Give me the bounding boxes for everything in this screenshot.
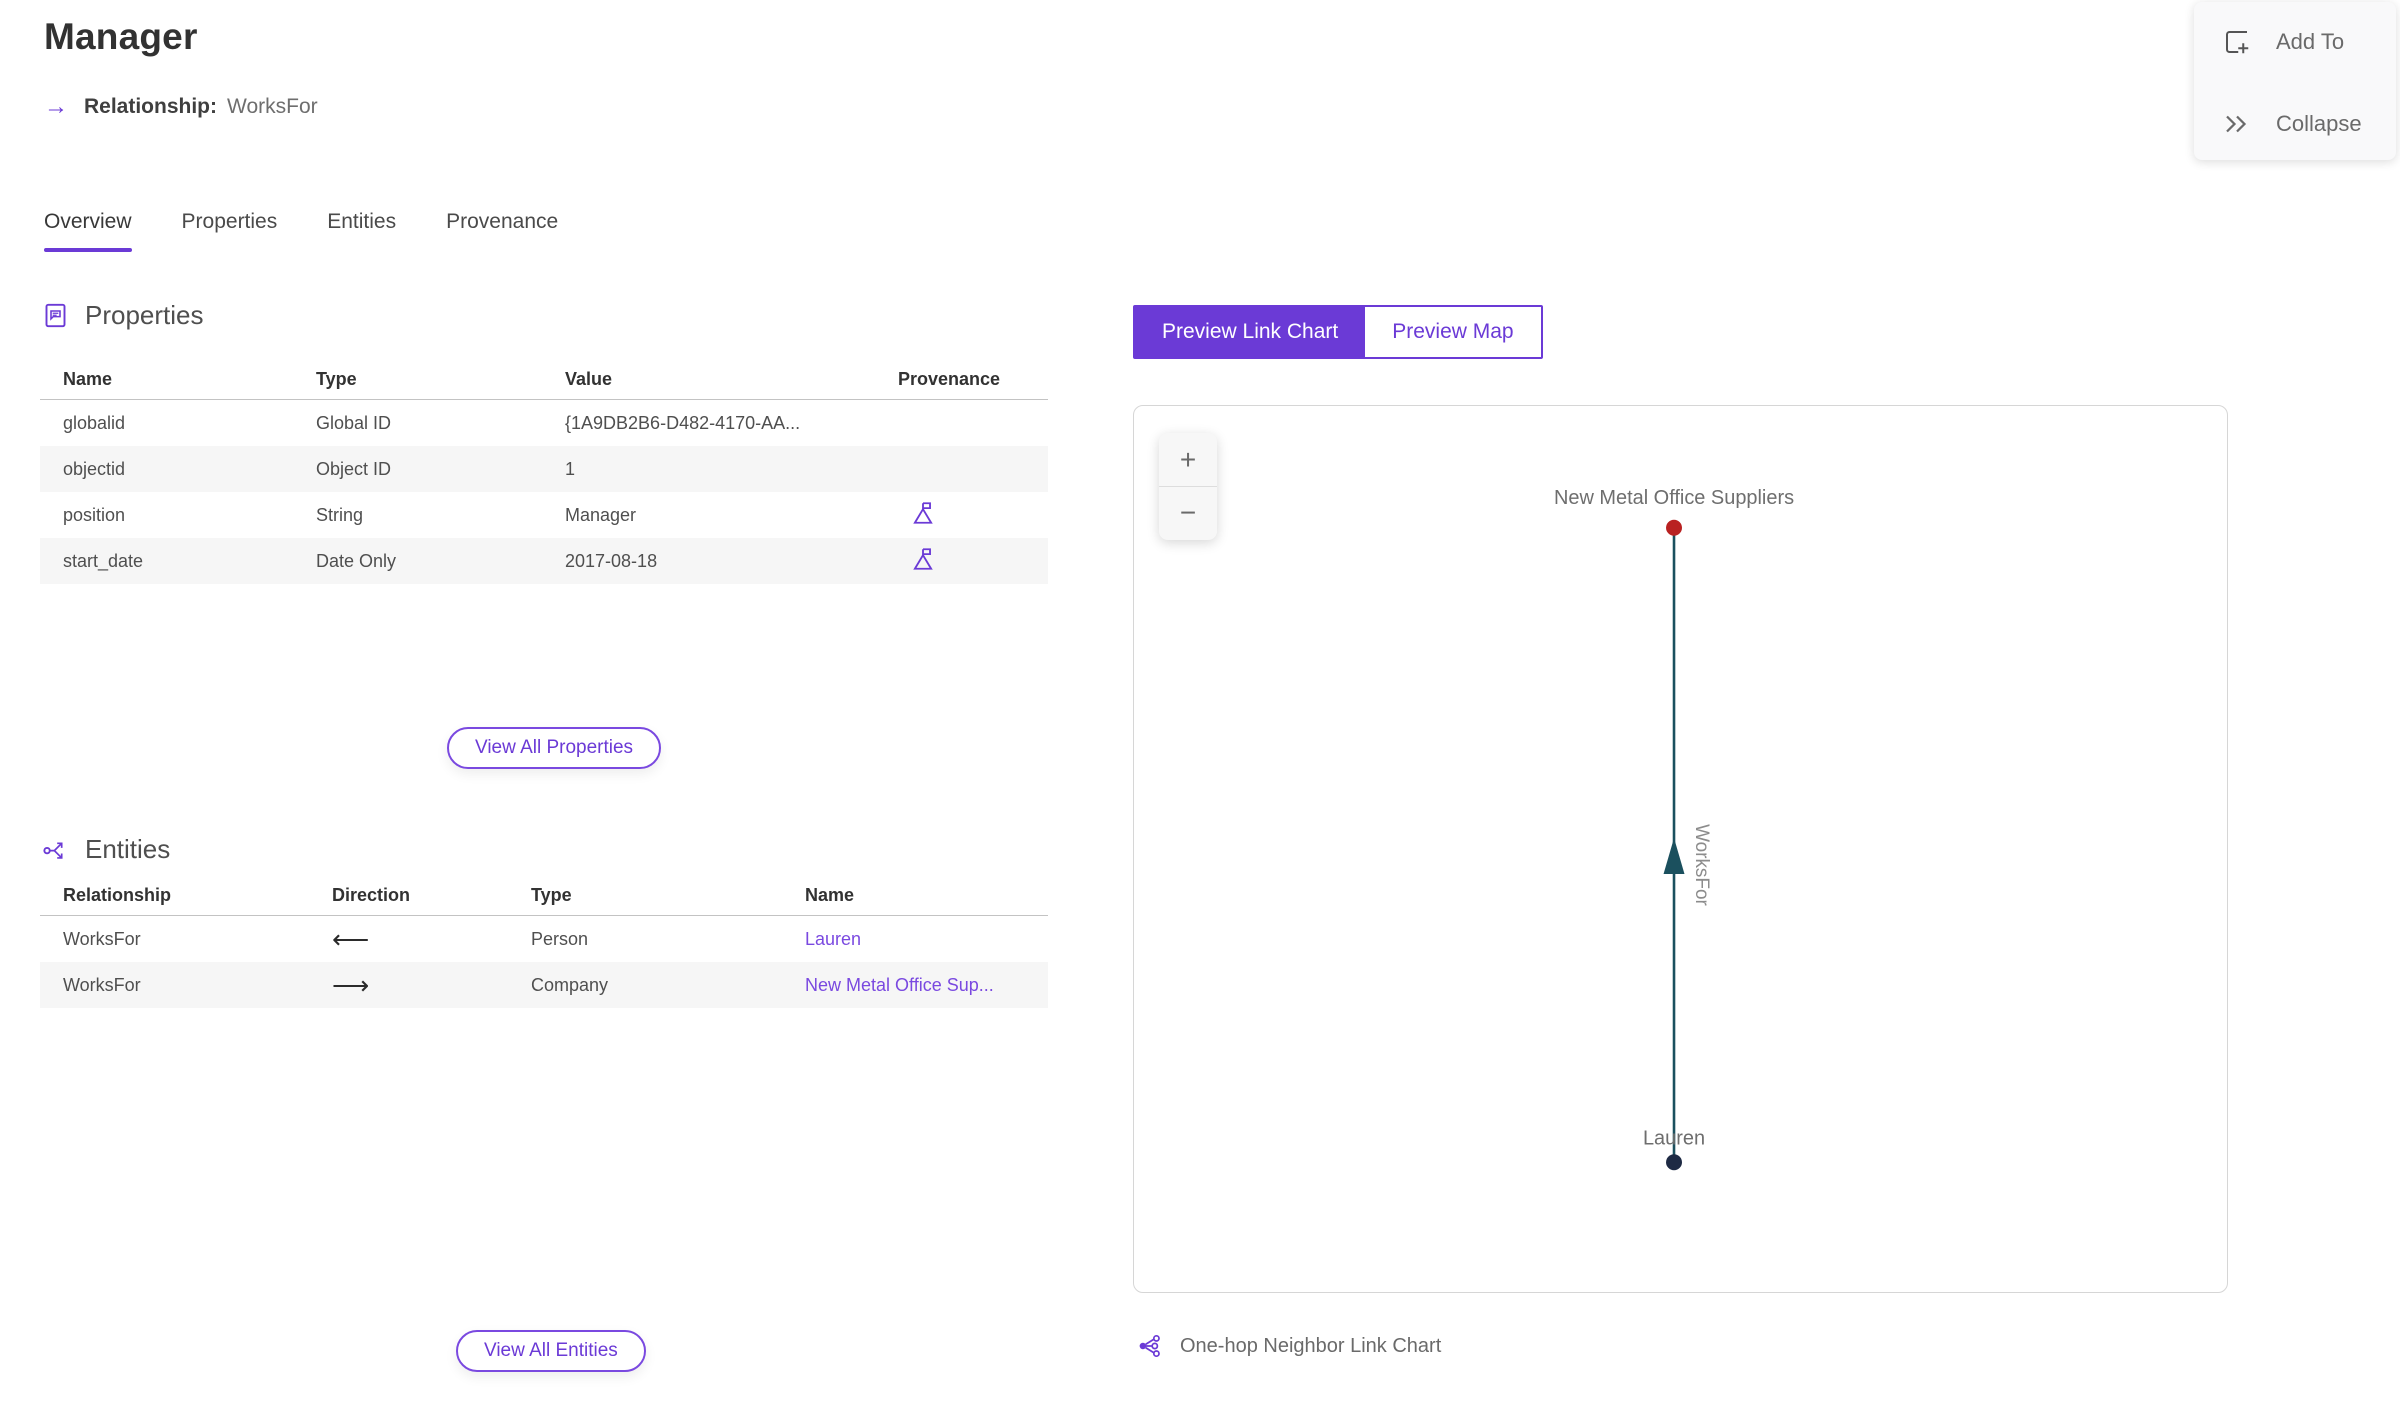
entity-direction-arrow: ⟶ — [332, 969, 370, 1000]
collapse-label: Collapse — [2276, 111, 2362, 136]
edge-label: WorksFor — [1691, 824, 1712, 906]
entities-table-header: Relationship Direction Type Name — [40, 876, 1048, 916]
entity-type: Company — [531, 974, 609, 995]
collapse-button[interactable]: Collapse — [2194, 92, 2396, 156]
tab-overview[interactable]: Overview — [44, 210, 132, 252]
table-row: objectid Object ID 1 — [40, 446, 1048, 492]
action-card: Add To Collapse — [2194, 2, 2396, 160]
preview-link-chart-tab[interactable]: Preview Link Chart — [1135, 307, 1366, 357]
preview-map-tab[interactable]: Preview Map — [1365, 307, 1541, 357]
entities-table: Relationship Direction Type Name WorksFo… — [40, 876, 1048, 1008]
relationship-arrow-icon: → — [44, 93, 68, 120]
col-relationship: Relationship — [63, 885, 172, 905]
add-to-icon — [2226, 31, 2249, 54]
tab-properties[interactable]: Properties — [182, 210, 278, 252]
table-row: globalid Global ID {1A9DB2B6-D482-4170-A… — [40, 400, 1048, 446]
property-value: 1 — [565, 458, 576, 479]
table-row: WorksFor ⟵ Person Lauren — [40, 916, 1048, 962]
chart-caption-label: One-hop Neighbor Link Chart — [1180, 1334, 1442, 1357]
entity-name-link[interactable]: New Metal Office Sup... — [805, 975, 994, 995]
property-provenance — [875, 546, 1048, 577]
one-hop-link-chart-icon — [1139, 1334, 1160, 1358]
col-name: Name — [805, 885, 855, 905]
zoom-in-button[interactable]: + — [1159, 433, 1217, 486]
table-row: position String Manager — [40, 492, 1048, 538]
property-type: String — [316, 504, 364, 525]
collapse-chevrons-icon — [2226, 115, 2247, 133]
property-value: 2017-08-18 — [565, 550, 658, 571]
property-type: Date Only — [316, 550, 397, 571]
add-to-button[interactable]: Add To — [2194, 10, 2396, 74]
property-type: Global ID — [316, 412, 392, 433]
relationship-value: WorksFor — [227, 95, 318, 118]
entity-relationship: WorksFor — [63, 928, 141, 949]
col-type: Type — [316, 369, 357, 389]
property-provenance — [875, 500, 1048, 531]
properties-icon — [45, 303, 66, 328]
entity-relationship: WorksFor — [63, 974, 141, 995]
entities-heading-label: Entities — [85, 834, 171, 864]
entities-icon — [43, 842, 63, 859]
property-value: {1A9DB2B6-D482-4170-AA... — [565, 412, 801, 433]
properties-table: Name Type Value Provenance globalid Glob… — [40, 360, 1048, 584]
col-type: Type — [531, 885, 572, 905]
property-name: start_date — [63, 550, 144, 571]
edge-arrowhead-icon — [1663, 838, 1685, 874]
col-name: Name — [63, 369, 113, 389]
provenance-flag-icon[interactable] — [910, 546, 936, 577]
col-direction: Direction — [332, 885, 411, 905]
add-to-label: Add To — [2276, 29, 2345, 54]
property-name: position — [63, 504, 126, 525]
tab-provenance[interactable]: Provenance — [446, 210, 558, 252]
relationship-detail-page: Manager → Relationship: WorksFor Add To … — [0, 0, 2400, 1401]
property-name: globalid — [63, 412, 126, 433]
entity-name-link[interactable]: Lauren — [805, 929, 861, 949]
tab-bar: Overview Properties Entities Provenance — [44, 210, 558, 252]
link-chart: New Metal Office Suppliers Lauren WorksF… — [1554, 487, 1794, 1171]
entity-direction-arrow: ⟵ — [332, 923, 370, 954]
node-company[interactable] — [1666, 519, 1682, 536]
properties-heading-label: Properties — [85, 300, 204, 330]
property-type: Object ID — [316, 458, 392, 479]
entity-type: Person — [531, 928, 589, 949]
provenance-flag-icon[interactable] — [910, 500, 936, 531]
properties-section-heading: Properties — [42, 300, 204, 331]
relationship-label: Relationship: — [84, 95, 218, 118]
preview-toggle: Preview Link Chart Preview Map — [1133, 305, 1543, 359]
properties-table-header: Name Type Value Provenance — [40, 360, 1048, 400]
zoom-out-button[interactable]: − — [1159, 486, 1217, 539]
property-name: objectid — [63, 458, 126, 479]
node-person[interactable] — [1666, 1154, 1682, 1171]
tab-entities[interactable]: Entities — [327, 210, 396, 252]
zoom-widget: + − — [1159, 433, 1217, 540]
view-all-entities-button[interactable]: View All Entities — [456, 1330, 646, 1372]
node-label-person: Lauren — [1643, 1127, 1705, 1149]
view-all-properties-button[interactable]: View All Properties — [447, 727, 662, 769]
relationship-subtitle: → Relationship: WorksFor — [44, 93, 318, 121]
col-provenance: Provenance — [898, 369, 1001, 389]
link-chart-panel[interactable]: New Metal Office Suppliers Lauren WorksF… — [1133, 405, 2228, 1293]
entities-section-heading: Entities — [42, 834, 170, 865]
page-title: Manager — [44, 16, 198, 57]
col-value: Value — [565, 369, 613, 389]
property-value: Manager — [565, 504, 637, 525]
table-row: start_date Date Only 2017-08-18 — [40, 538, 1048, 584]
node-label-company: New Metal Office Suppliers — [1554, 487, 1794, 509]
chart-caption: One-hop Neighbor Link Chart — [1138, 1333, 1441, 1359]
table-row: WorksFor ⟶ Company New Metal Office Sup.… — [40, 962, 1048, 1008]
